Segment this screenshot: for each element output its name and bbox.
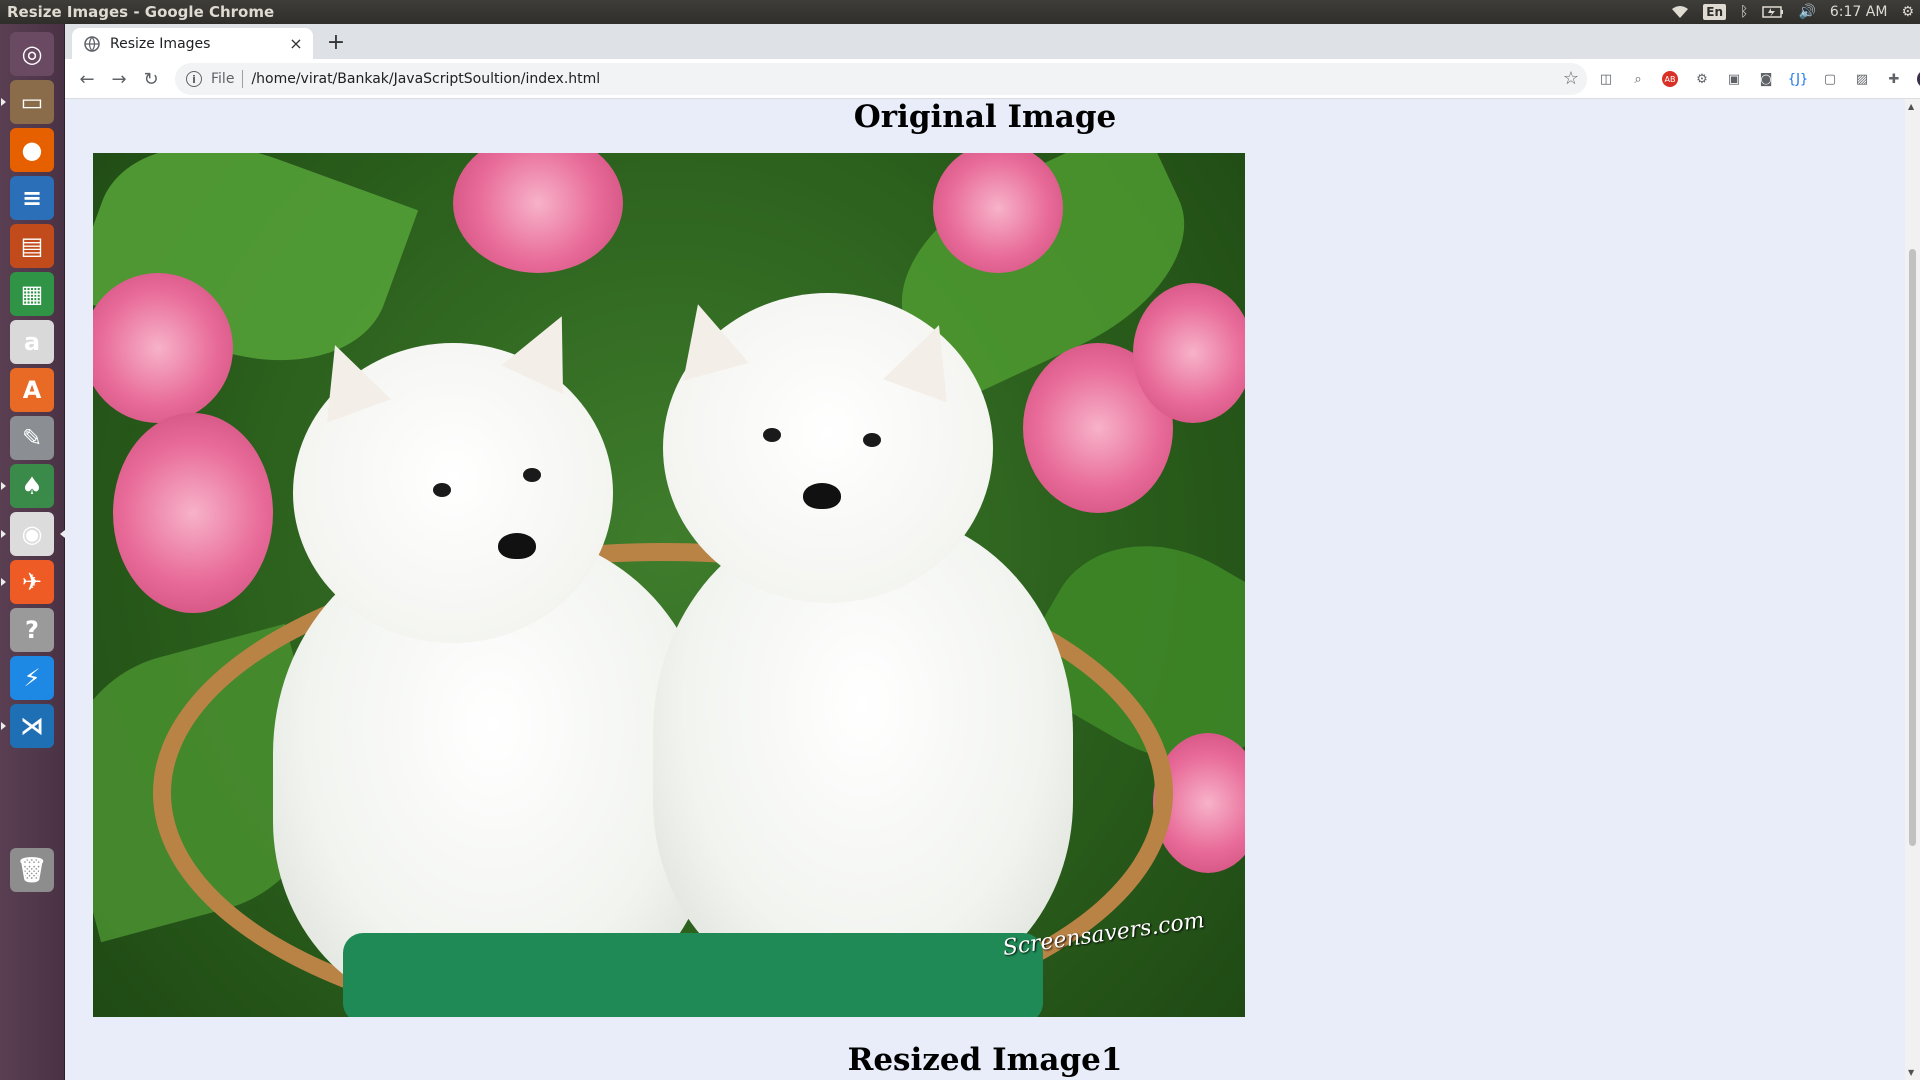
profile-avatar[interactable] xyxy=(1915,68,1920,90)
bookmark-star-icon[interactable]: ☆ xyxy=(1563,68,1579,89)
amazon-icon: a xyxy=(10,320,54,364)
trash-icon: 🗑 xyxy=(10,848,54,892)
reload-icon[interactable]: ↻ xyxy=(139,67,163,91)
launcher-amazon[interactable]: a xyxy=(6,316,58,368)
launcher-files[interactable]: ▭ xyxy=(1,76,58,128)
extensions-puzzle-icon[interactable]: ✚ xyxy=(1883,68,1905,90)
messenger-icon: ⚡ xyxy=(10,656,54,700)
launcher-messenger[interactable]: ⚡ xyxy=(6,652,58,704)
launcher-software-center[interactable]: A xyxy=(6,364,58,416)
launcher-gitkraken[interactable]: ♠ xyxy=(1,460,58,512)
launcher-system-settings[interactable]: ✎ xyxy=(6,412,58,464)
libreoffice-calc-icon: ▦ xyxy=(10,272,54,316)
running-indicator xyxy=(1,578,6,586)
omnibox-divider xyxy=(242,70,244,88)
extension-dark-icon[interactable]: ▨ xyxy=(1851,68,1873,90)
original-image-heading: Original Image xyxy=(853,99,1117,135)
chrome-window: Resize Images × + ← → ↻ i File /home/vir… xyxy=(65,24,1920,1080)
page-scrollbar[interactable]: ▲ ▼ xyxy=(1905,99,1920,1080)
launcher-libreoffice-calc[interactable]: ▦ xyxy=(6,268,58,320)
running-indicator xyxy=(1,530,6,538)
unity-launcher: ◎ ▭ ● ≡ ▤ ▦ a A ✎ ♠ ◉ ✈? ⚡ ⋊ 🗑 xyxy=(0,24,65,1080)
globe-icon xyxy=(84,35,100,52)
address-bar[interactable]: i File /home/virat/Bankak/JavaScriptSoul… xyxy=(175,63,1587,95)
firefox-icon: ● xyxy=(10,128,54,172)
url-text[interactable]: /home/virat/Bankak/JavaScriptSoultion/in… xyxy=(251,71,600,87)
extension-es-icon[interactable]: ▣ xyxy=(1723,68,1745,90)
extension-metrics-icon[interactable]: ◫ xyxy=(1595,68,1617,90)
scroll-down-arrow-icon[interactable]: ▼ xyxy=(1908,1068,1914,1077)
system-tray: En ᛒ 🔊 6:17 AM ⚙ xyxy=(1671,0,1914,24)
chrome-icon: ◉ xyxy=(10,512,54,556)
new-tab-button[interactable]: + xyxy=(323,29,349,55)
gitkraken-icon: ♠ xyxy=(10,464,54,508)
postman-icon: ✈ xyxy=(10,560,54,604)
software-center-icon: A xyxy=(10,368,54,412)
launcher-firefox[interactable]: ● xyxy=(6,124,58,176)
extensions-row: ◫ ⌕ AB ⚙ ▣ ◙ {J} ▢ ▨ ✚ ⋮ xyxy=(1595,67,1920,91)
system-top-panel: Resize Images - Google Chrome En ᛒ 🔊 6:1… xyxy=(0,0,1920,24)
launcher-ubuntu-dash[interactable]: ◎ xyxy=(6,28,58,80)
launcher-help[interactable]: ? xyxy=(6,604,58,656)
site-info-icon[interactable]: i xyxy=(186,71,202,87)
tab-title: Resize Images xyxy=(110,35,211,52)
libreoffice-impress-icon: ▤ xyxy=(10,224,54,268)
extension-json-icon[interactable]: {J} xyxy=(1787,68,1809,90)
tab-close-icon[interactable]: × xyxy=(287,34,305,53)
help-icon: ? xyxy=(10,608,54,652)
launcher-libreoffice-writer[interactable]: ≡ xyxy=(6,172,58,224)
running-indicator xyxy=(1,482,6,490)
page-viewport: Original Image Screensavers.com Resized … xyxy=(65,99,1905,1080)
launcher-vscode[interactable]: ⋊ xyxy=(1,700,58,752)
bluetooth-icon[interactable]: ᛒ xyxy=(1740,4,1748,20)
back-arrow-icon[interactable]: ← xyxy=(75,67,99,91)
ubuntu-dash-icon: ◎ xyxy=(10,32,54,76)
system-settings-icon: ✎ xyxy=(10,416,54,460)
extension-zoom-icon[interactable]: ⌕ xyxy=(1627,68,1649,90)
launcher-trash[interactable]: 🗑 xyxy=(6,844,58,896)
vscode-icon: ⋊ xyxy=(10,704,54,748)
tab-resize-images[interactable]: Resize Images × xyxy=(72,28,313,59)
keyboard-language-indicator[interactable]: En xyxy=(1703,4,1727,20)
original-image: Screensavers.com xyxy=(93,153,1245,1017)
settings-gear-icon[interactable]: ⚙ xyxy=(1901,4,1914,20)
launcher-chrome[interactable]: ◉ xyxy=(1,508,65,560)
libreoffice-writer-icon: ≡ xyxy=(10,176,54,220)
resized-image-heading: Resized Image1 xyxy=(847,1042,1123,1078)
volume-icon[interactable]: 🔊 xyxy=(1798,4,1815,20)
extension-camera-icon[interactable]: ◙ xyxy=(1755,68,1777,90)
tab-strip: Resize Images × + xyxy=(65,24,1920,59)
url-scheme-label: File xyxy=(211,71,235,87)
extension-adblock-icon[interactable]: AB xyxy=(1659,68,1681,90)
extension-wappalyzer-icon[interactable]: ⚙ xyxy=(1691,68,1713,90)
extension-blank-icon[interactable]: ▢ xyxy=(1819,68,1841,90)
battery-icon[interactable] xyxy=(1762,6,1784,18)
files-icon: ▭ xyxy=(10,80,54,124)
scroll-up-arrow-icon[interactable]: ▲ xyxy=(1908,102,1914,111)
clock[interactable]: 6:17 AM xyxy=(1830,4,1888,20)
window-title: Resize Images - Google Chrome xyxy=(7,3,275,21)
running-indicator xyxy=(1,98,6,106)
launcher-libreoffice-impress[interactable]: ▤ xyxy=(6,220,58,272)
forward-arrow-icon[interactable]: → xyxy=(107,67,131,91)
scrollbar-thumb[interactable] xyxy=(1909,249,1916,846)
launcher-postman[interactable]: ✈ xyxy=(1,556,58,608)
running-indicator xyxy=(1,722,6,730)
browser-toolbar: ← → ↻ i File /home/virat/Bankak/JavaScri… xyxy=(65,59,1920,99)
wifi-icon[interactable] xyxy=(1671,5,1689,19)
